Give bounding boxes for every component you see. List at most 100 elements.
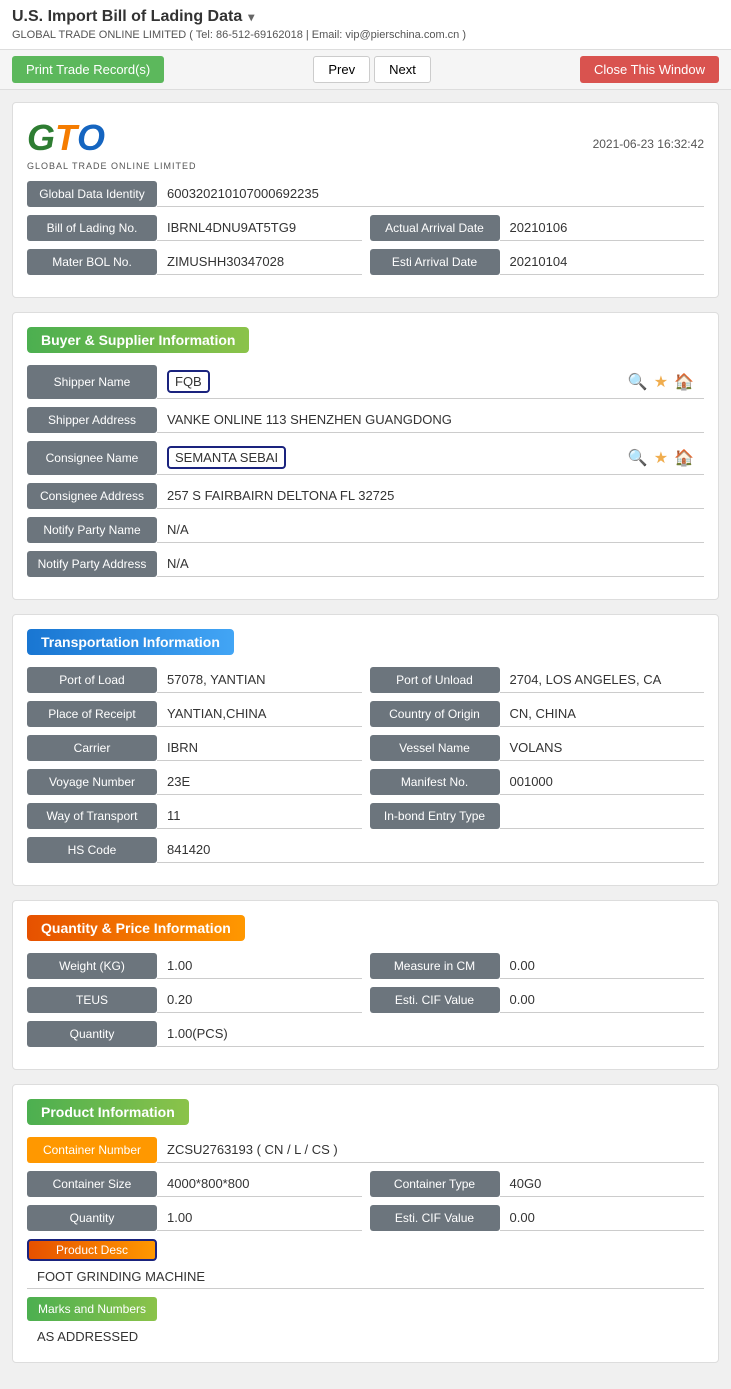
actual-arrival-date-label: Actual Arrival Date [370, 215, 500, 241]
consignee-name-value: SEMANTA SEBAI [167, 446, 286, 469]
weight-measure-row: Weight (KG) 1.00 Measure in CM 0.00 [27, 953, 704, 979]
in-bond-entry-type-value [500, 803, 705, 829]
shipper-name-field: FQB 🔍 ★ 🏠 [157, 365, 704, 399]
vessel-name-value: VOLANS [500, 735, 705, 761]
port-of-unload-label: Port of Unload [370, 667, 500, 693]
esti-arrival-date-label: Esti Arrival Date [370, 249, 500, 275]
quantity-price-header: Quantity & Price Information [27, 915, 245, 941]
product-qty-cif-row: Quantity 1.00 Esti. CIF Value 0.00 [27, 1205, 704, 1231]
dropdown-arrow-icon[interactable]: ▾ [248, 10, 254, 24]
logo-company-name: GLOBAL TRADE ONLINE LIMITED [27, 161, 197, 171]
way-of-transport-value: 11 [157, 803, 362, 829]
way-of-transport-label: Way of Transport [27, 803, 157, 829]
carrier-value: IBRN [157, 735, 362, 761]
marks-and-numbers-value: AS ADDRESSED [27, 1325, 704, 1348]
container-size-type-row: Container Size 4000*800*800 Container Ty… [27, 1171, 704, 1197]
page-title: U.S. Import Bill of Lading Data ▾ [12, 8, 719, 26]
way-inbond-row: Way of Transport 11 In-bond Entry Type [27, 803, 704, 829]
container-number-row: Container Number ZCSU2763193 ( CN / L / … [27, 1137, 704, 1163]
consignee-address-row: Consignee Address 257 S FAIRBAIRN DELTON… [27, 483, 704, 509]
esti-cif-value: 0.00 [500, 987, 705, 1013]
consignee-star-icon[interactable]: ★ [654, 448, 668, 468]
quantity-value: 1.00(PCS) [157, 1021, 704, 1047]
measure-in-cm-label: Measure in CM [370, 953, 500, 979]
container-type-value: 40G0 [500, 1171, 705, 1197]
port-of-load-value: 57078, YANTIAN [157, 667, 362, 693]
place-of-receipt-label: Place of Receipt [27, 701, 157, 727]
esti-arrival-date-value: 20210104 [500, 249, 705, 275]
product-esti-cif-label: Esti. CIF Value [370, 1205, 500, 1231]
next-button[interactable]: Next [374, 56, 431, 83]
notify-party-address-row: Notify Party Address N/A [27, 551, 704, 577]
product-desc-value: FOOT GRINDING MACHINE [27, 1265, 704, 1289]
carrier-label: Carrier [27, 735, 157, 761]
notify-party-address-value: N/A [157, 551, 704, 577]
consignee-name-label: Consignee Name [27, 441, 157, 475]
consignee-search-icon[interactable]: 🔍 [628, 448, 648, 468]
shipper-name-row: Shipper Name FQB 🔍 ★ 🏠 [27, 365, 704, 399]
voyage-number-value: 23E [157, 769, 362, 795]
transportation-header: Transportation Information [27, 629, 234, 655]
marks-section: Marks and Numbers AS ADDRESSED [27, 1297, 704, 1348]
place-of-receipt-value: YANTIAN,CHINA [157, 701, 362, 727]
notify-party-name-label: Notify Party Name [27, 517, 157, 543]
bol-no-value: IBRNL4DNU9AT5TG9 [157, 215, 362, 241]
container-type-label: Container Type [370, 1171, 500, 1197]
consignee-home-icon[interactable]: 🏠 [674, 448, 694, 468]
hs-code-row: HS Code 841420 [27, 837, 704, 863]
hs-code-value: 841420 [157, 837, 704, 863]
container-size-value: 4000*800*800 [157, 1171, 362, 1197]
weight-value: 1.00 [157, 953, 362, 979]
buyer-supplier-card: Buyer & Supplier Information Shipper Nam… [12, 312, 719, 600]
hs-code-label: HS Code [27, 837, 157, 863]
manifest-no-value: 001000 [500, 769, 705, 795]
mater-bol-value: ZIMUSHH30347028 [157, 249, 362, 275]
product-info-header: Product Information [27, 1099, 189, 1125]
logo: G T O GLOBAL TRADE ONLINE LIMITED [27, 117, 197, 171]
container-number-label: Container Number [27, 1137, 157, 1163]
search-icon[interactable]: 🔍 [628, 372, 648, 392]
shipper-name-label: Shipper Name [27, 365, 157, 399]
notify-party-address-label: Notify Party Address [27, 551, 157, 577]
teus-label: TEUS [27, 987, 157, 1013]
container-size-label: Container Size [27, 1171, 157, 1197]
buyer-supplier-header: Buyer & Supplier Information [27, 327, 249, 353]
transportation-card: Transportation Information Port of Load … [12, 614, 719, 886]
port-of-unload-value: 2704, LOS ANGELES, CA [500, 667, 705, 693]
global-data-identity-row: Global Data Identity 6003202101070006922… [27, 181, 704, 207]
in-bond-entry-type-label: In-bond Entry Type [370, 803, 500, 829]
teus-cif-row: TEUS 0.20 Esti. CIF Value 0.00 [27, 987, 704, 1013]
home-icon[interactable]: 🏠 [674, 372, 694, 392]
product-info-card: Product Information Container Number ZCS… [12, 1084, 719, 1363]
notify-party-name-value: N/A [157, 517, 704, 543]
manifest-no-label: Manifest No. [370, 769, 500, 795]
esti-cif-label: Esti. CIF Value [370, 987, 500, 1013]
toolbar: Print Trade Record(s) Prev Next Close Th… [0, 50, 731, 90]
quantity-row: Quantity 1.00(PCS) [27, 1021, 704, 1047]
print-button[interactable]: Print Trade Record(s) [12, 56, 164, 83]
country-of-origin-value: CN, CHINA [500, 701, 705, 727]
prev-button[interactable]: Prev [313, 56, 370, 83]
carrier-vessel-row: Carrier IBRN Vessel Name VOLANS [27, 735, 704, 761]
close-button[interactable]: Close This Window [580, 56, 719, 83]
shipper-icons: 🔍 ★ 🏠 [628, 372, 694, 392]
mater-bol-row: Mater BOL No. ZIMUSHH30347028 Esti Arriv… [27, 249, 704, 275]
measure-in-cm-value: 0.00 [500, 953, 705, 979]
voyage-manifest-row: Voyage Number 23E Manifest No. 001000 [27, 769, 704, 795]
voyage-number-label: Voyage Number [27, 769, 157, 795]
consignee-name-row: Consignee Name SEMANTA SEBAI 🔍 ★ 🏠 [27, 441, 704, 475]
shipper-address-label: Shipper Address [27, 407, 157, 433]
star-icon[interactable]: ★ [654, 372, 668, 392]
bol-row: Bill of Lading No. IBRNL4DNU9AT5TG9 Actu… [27, 215, 704, 241]
quantity-label: Quantity [27, 1021, 157, 1047]
marks-and-numbers-label: Marks and Numbers [27, 1297, 157, 1321]
container-number-value: ZCSU2763193 ( CN / L / CS ) [157, 1137, 704, 1163]
logo-letter-o: O [77, 117, 105, 159]
consignee-address-value: 257 S FAIRBAIRN DELTONA FL 32725 [157, 483, 704, 509]
global-data-identity-label: Global Data Identity [27, 181, 157, 207]
consignee-name-field: SEMANTA SEBAI 🔍 ★ 🏠 [157, 441, 704, 475]
notify-party-name-row: Notify Party Name N/A [27, 517, 704, 543]
shipper-name-value: FQB [167, 370, 210, 393]
logo-letter-t: T [55, 117, 77, 159]
consignee-address-label: Consignee Address [27, 483, 157, 509]
